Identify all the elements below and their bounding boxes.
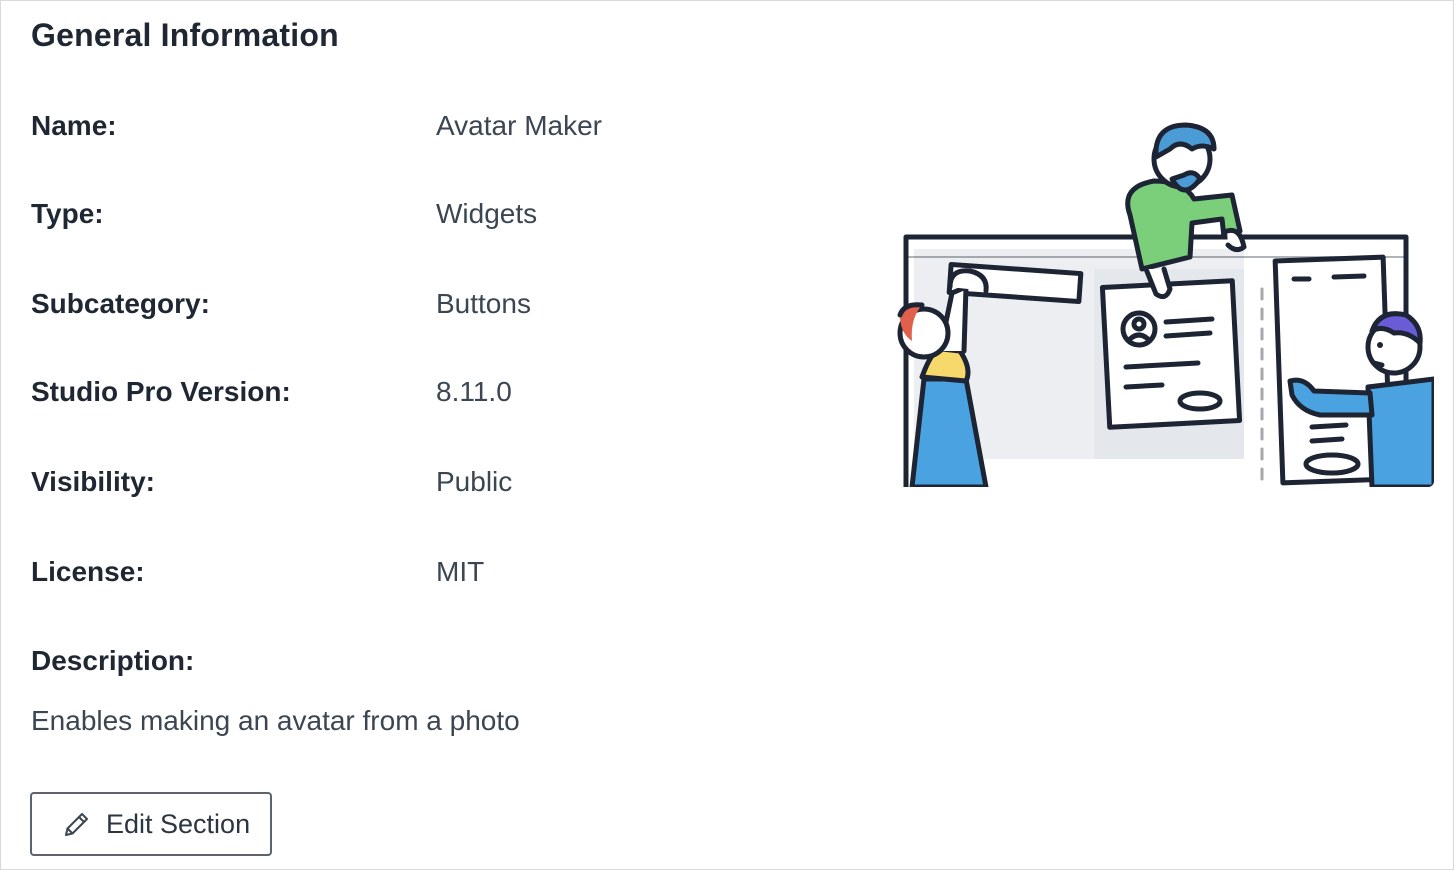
field-label-name: Name: — [31, 110, 117, 141]
field-row-subcategory: Subcategory: Buttons — [31, 288, 831, 328]
edit-section-label: Edit Section — [106, 808, 251, 839]
field-value-visibility: Public — [436, 466, 513, 497]
field-label-subcategory: Subcategory: — [31, 288, 210, 319]
people-building-ui-illustration — [894, 119, 1434, 487]
field-value-name: Avatar Maker — [436, 110, 602, 141]
field-value-type: Widgets — [436, 198, 538, 229]
field-row-name: Name: Avatar Maker — [31, 110, 831, 150]
field-row-license: License: MIT — [31, 556, 831, 596]
field-label-license: License: — [31, 556, 145, 587]
field-value-subcategory: Buttons — [436, 288, 531, 319]
field-label-studio-pro-version: Studio Pro Version: — [31, 376, 291, 407]
description-label: Description: — [31, 645, 195, 676]
field-row-type: Type: Widgets — [31, 198, 831, 238]
section-title: General Information — [31, 17, 339, 53]
field-row-visibility: Visibility: Public — [31, 466, 831, 506]
pencil-icon — [62, 809, 92, 839]
field-label-type: Type: — [31, 198, 104, 229]
description-text: Enables making an avatar from a photo — [31, 705, 520, 736]
field-row-studio-pro-version: Studio Pro Version: 8.11.0 — [31, 376, 831, 416]
general-information-card: General Information Name: Avatar Maker T… — [0, 0, 1454, 870]
edit-section-button[interactable]: Edit Section — [30, 792, 272, 856]
field-value-studio-pro-version: 8.11.0 — [436, 376, 512, 407]
field-value-license: MIT — [436, 556, 485, 587]
field-label-visibility: Visibility: — [31, 466, 155, 497]
